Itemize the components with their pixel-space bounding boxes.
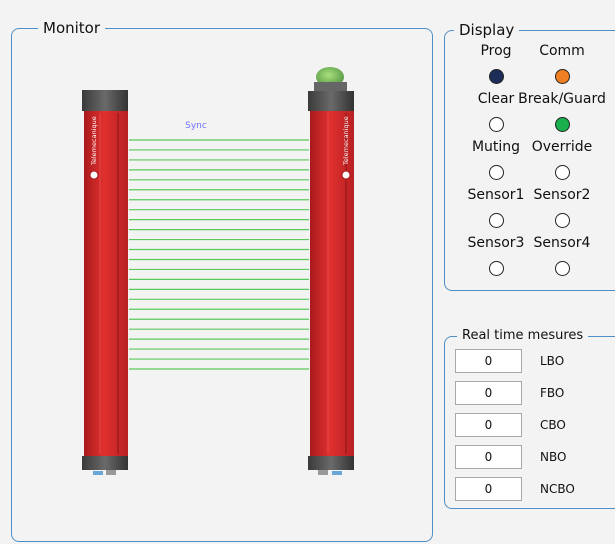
light-curtain-graphic: Telemecanique Telemecanique Sync (82, 67, 354, 475)
receiver-bottom-cap (308, 456, 354, 470)
emitter-connector (93, 471, 103, 475)
receiver-brand-text: Telemecanique (342, 116, 350, 166)
receiver-column: Telemecanique (308, 67, 354, 475)
emitter-top-cap (82, 90, 128, 111)
indicator-led-clear (488, 117, 504, 132)
receiver-brand-logo (341, 170, 351, 180)
indicator-led-prog (488, 69, 504, 84)
receiver-top-cap (308, 91, 354, 111)
emitter-bottom-cap (82, 456, 128, 470)
sync-label: Sync (185, 121, 207, 131)
measure-label-fbo: FBO (540, 386, 565, 400)
light-beams (129, 139, 309, 370)
indicator-label-comm: Comm (539, 43, 585, 59)
display-legend: Display (454, 21, 520, 39)
measure-value-cbo: 0 (455, 413, 522, 437)
indicator-led-sensor1 (488, 213, 504, 228)
measure-value-ncbo: 0 (455, 477, 522, 501)
indicator-label-override: Override (531, 139, 593, 155)
indicator-led-override (554, 165, 570, 180)
measure-label-lbo: LBO (540, 354, 565, 368)
indicator-label-break-guard: Break/Guard (518, 91, 606, 107)
emitter-brand-text: Telemecanique (90, 116, 98, 166)
measure-label-ncbo: NCBO (540, 482, 575, 496)
emitter-connector (106, 470, 116, 475)
receiver-connector (332, 471, 342, 475)
indicator-led-muting (488, 165, 504, 180)
indicator-label-sensor2: Sensor2 (533, 187, 591, 203)
measure-label-nbo: NBO (540, 450, 567, 464)
measure-value-fbo: 0 (455, 381, 522, 405)
measure-value-nbo: 0 (455, 445, 522, 469)
realtime-legend: Real time mesures (457, 327, 589, 345)
monitor-panel: Monitor Telemecanique Telemecanique Sync (11, 19, 433, 542)
indicator-led-comm (554, 69, 570, 84)
indicator-label-sensor4: Sensor4 (533, 235, 591, 251)
measure-label-cbo: CBO (540, 418, 566, 432)
emitter-brand-logo (89, 170, 99, 180)
measure-value-lbo: 0 (455, 349, 522, 373)
indicator-led-sensor2 (554, 213, 570, 228)
indicator-led-sensor3 (488, 261, 504, 276)
indicator-led-break-guard (554, 117, 570, 132)
indicator-led-sensor4 (554, 261, 570, 276)
realtime-measures-panel: Real time mesures 0 LBO 0 FBO 0 CBO 0 NBO 0 NCBO (444, 327, 615, 509)
display-panel: Display Prog Comm Clear Break/Guard Muting Ov… (444, 21, 615, 291)
receiver-connector (318, 470, 328, 475)
emitter-column: Telemecanique (82, 90, 128, 475)
